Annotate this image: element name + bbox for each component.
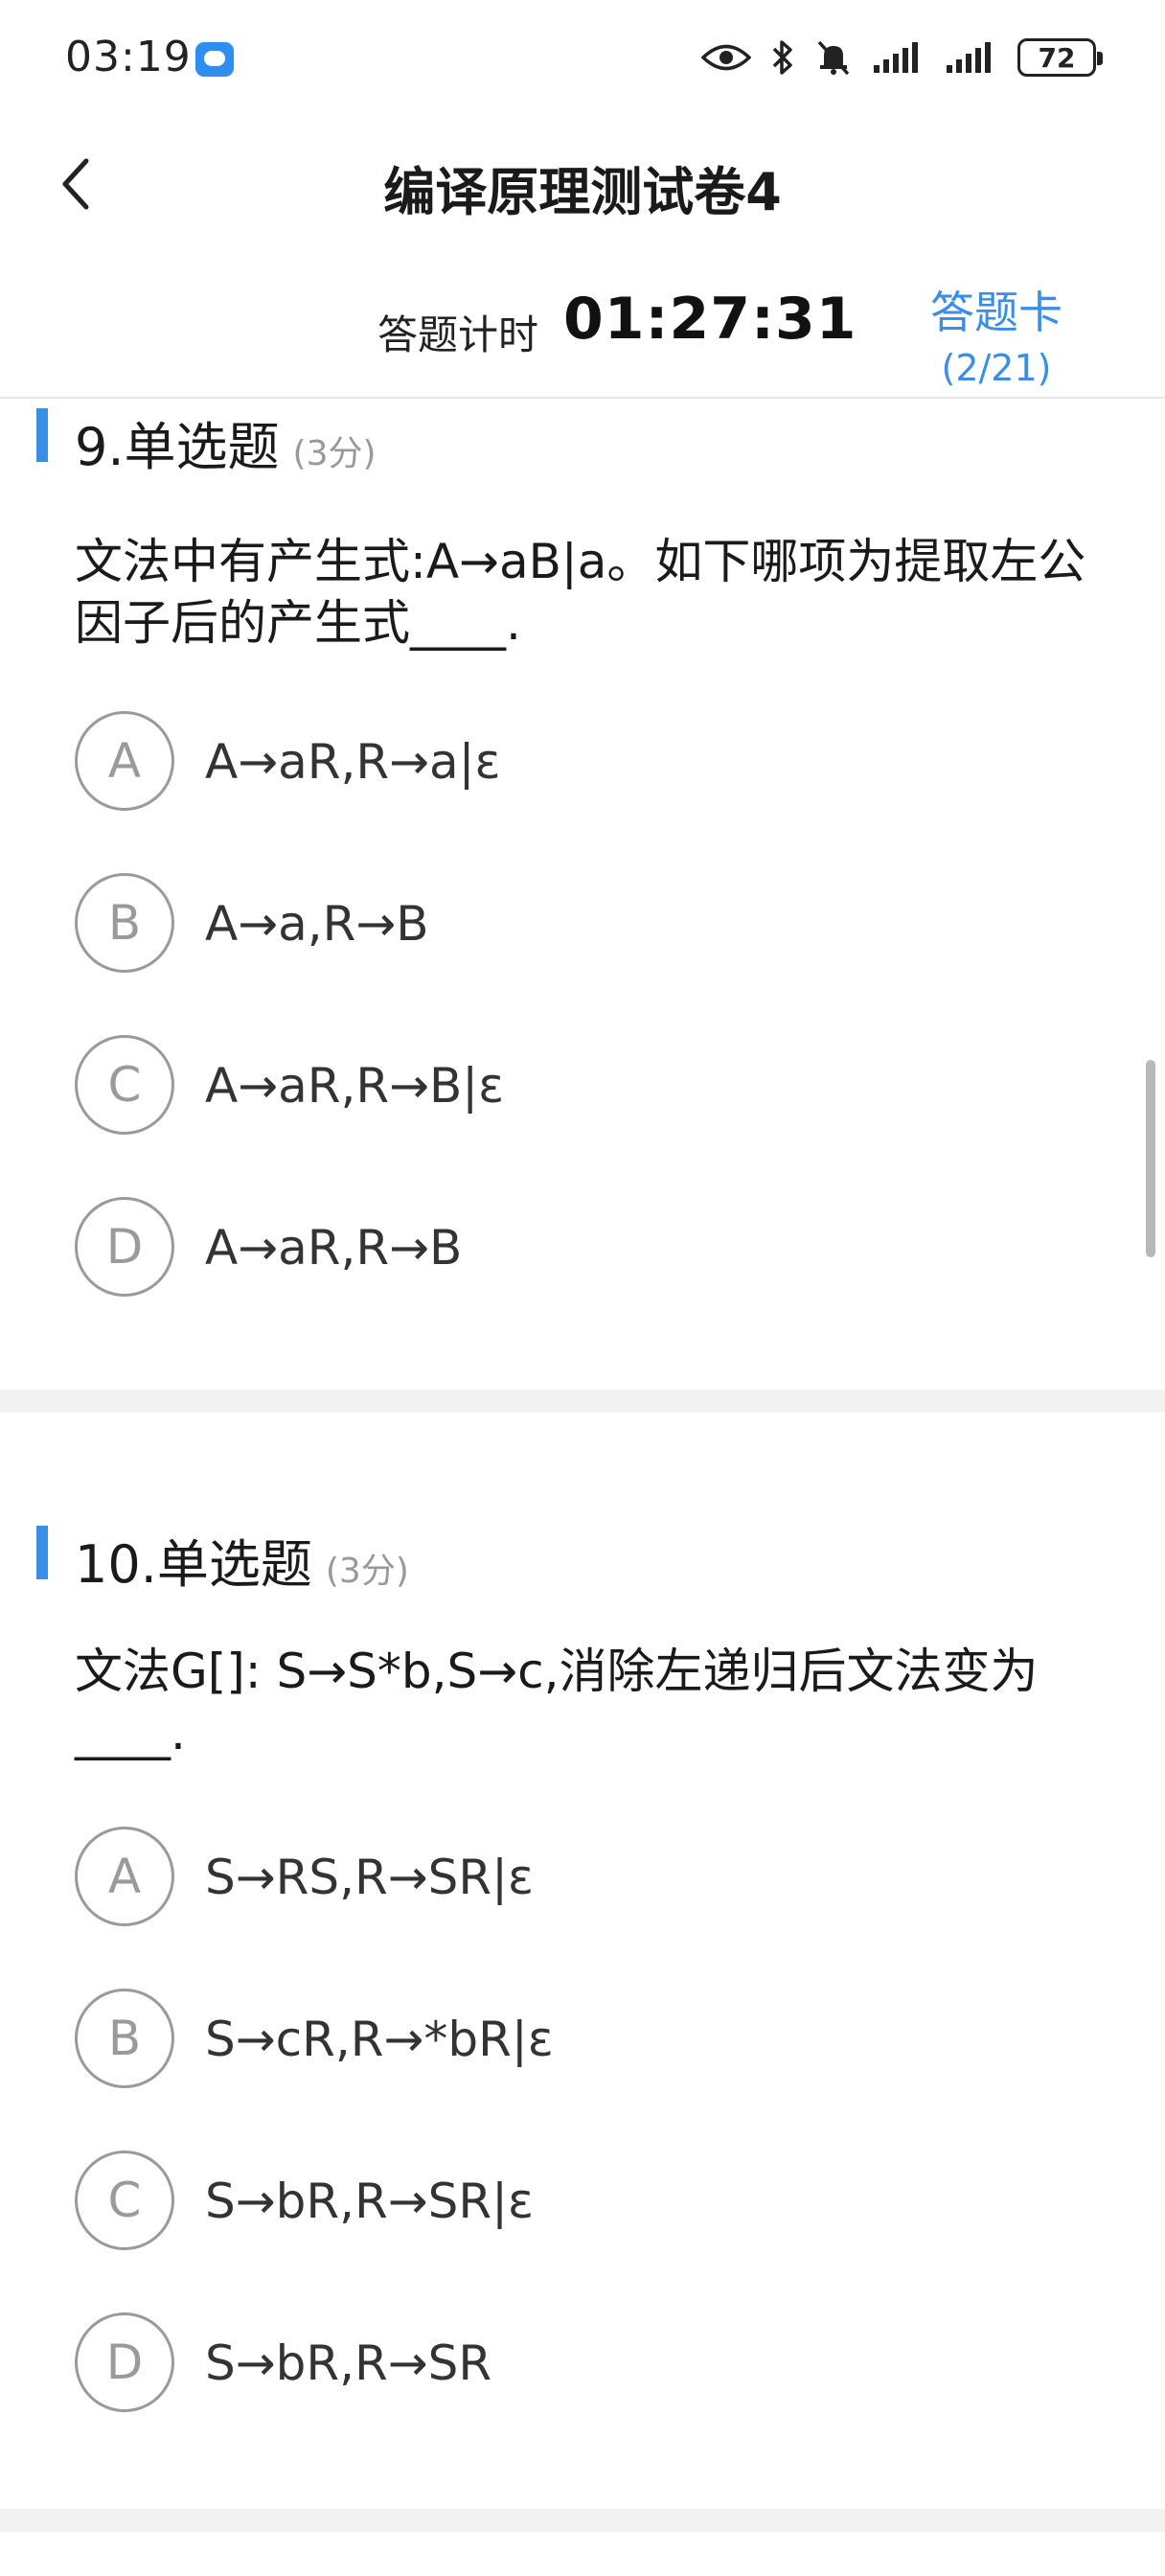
option-letter: A (75, 711, 174, 811)
option-d[interactable]: D A→aR,R→B (75, 1197, 1090, 1297)
page-title: 编译原理测试卷4 (383, 162, 782, 222)
option-letter: C (75, 1035, 174, 1135)
eye-icon (701, 44, 751, 71)
question-title: 9.单选题 (3分) (75, 404, 377, 480)
question-accent-bar (36, 1526, 48, 1579)
option-text: A→aR,R→B|ε (205, 1058, 505, 1114)
app-header: 编译原理测试卷4 (0, 115, 1165, 259)
message-icon (195, 42, 234, 77)
option-letter: B (75, 873, 174, 973)
timer-value: 01:27:31 (563, 286, 857, 353)
option-letter: D (75, 2312, 174, 2412)
question-stem: 文法中有产生式:A→aB|a。如下哪项为提取左公因子后的产生式____. (75, 534, 1086, 651)
question-stem: 文法G[]: S→S*b,S→c,消除左递归后文法变为____. (75, 1644, 1039, 1760)
status-icons: 72 (701, 34, 1103, 80)
option-c[interactable]: C A→aR,R→B|ε (75, 1035, 1090, 1135)
mute-icon (817, 40, 850, 76)
signal-icon-2 (947, 42, 991, 73)
option-text: S→cR,R→*bR|ε (205, 2012, 554, 2067)
option-d[interactable]: D S→bR,R→SR (75, 2312, 1090, 2412)
option-c[interactable]: C S→bR,R→SR|ε (75, 2150, 1090, 2250)
option-text: S→bR,R→SR (205, 2335, 492, 2391)
answer-card-count: (2/21) (941, 347, 1052, 389)
option-text: S→bR,R→SR|ε (205, 2174, 534, 2229)
status-time: 03:19 (65, 33, 192, 81)
option-b[interactable]: B A→a,R→B (75, 873, 1090, 973)
option-text: A→aR,R→a|ε (205, 734, 501, 790)
question-accent-bar (36, 408, 48, 462)
signal-icon (874, 42, 918, 73)
option-text: A→a,R→B (205, 896, 429, 952)
quiz-page: 03:19 72 编译原理测试卷4 答题计时 01:27:31 答题卡 (2/2… (0, 0, 1165, 2576)
timer-label: 答题计时 (377, 311, 539, 358)
section-divider (0, 2509, 1165, 2532)
option-a[interactable]: A A→aR,R→a|ε (75, 711, 1090, 811)
question-score: (3分) (325, 1552, 409, 1591)
option-b[interactable]: B S→cR,R→*bR|ε (75, 1989, 1090, 2088)
scrollbar-thumb[interactable] (1146, 1060, 1155, 1257)
bluetooth-icon (772, 40, 792, 75)
question-number-type: 10.单选题 (75, 1534, 312, 1595)
question-number-type: 9.单选题 (75, 417, 280, 477)
option-text: A→aR,R→B (205, 1220, 463, 1276)
question-score: (3分) (292, 434, 377, 473)
battery-icon: 72 (1017, 38, 1103, 77)
option-letter: B (75, 1989, 174, 2088)
status-bar: 03:19 72 (0, 0, 1165, 115)
answer-card-label: 答题卡 (930, 287, 1062, 338)
timer-bar: 答题计时 01:27:31 答题卡 (2/21) (0, 259, 1165, 399)
option-letter: A (75, 1827, 174, 1926)
option-letter: C (75, 2150, 174, 2250)
question-title: 10.单选题 (3分) (75, 1522, 409, 1598)
option-text: S→RS,R→SR|ε (205, 1850, 534, 1905)
answer-card-button[interactable]: 答题卡 (2/21) (901, 278, 1092, 389)
option-a[interactable]: A S→RS,R→SR|ε (75, 1827, 1090, 1926)
section-divider (0, 1390, 1165, 1413)
option-letter: D (75, 1197, 174, 1297)
